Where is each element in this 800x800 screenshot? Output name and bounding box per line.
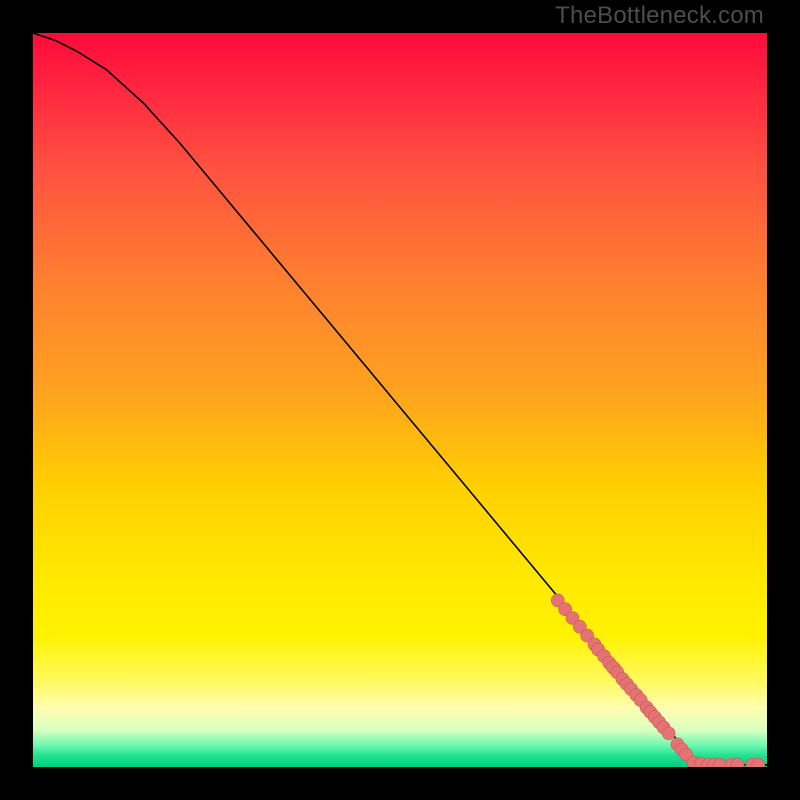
data-point <box>662 727 675 740</box>
bottleneck-curve <box>33 33 767 765</box>
chart-frame: TheBottleneck.com <box>0 0 800 800</box>
plot-area <box>33 33 767 767</box>
watermark-text: TheBottleneck.com <box>555 2 764 30</box>
data-points-group <box>551 594 764 767</box>
chart-svg <box>33 33 767 767</box>
